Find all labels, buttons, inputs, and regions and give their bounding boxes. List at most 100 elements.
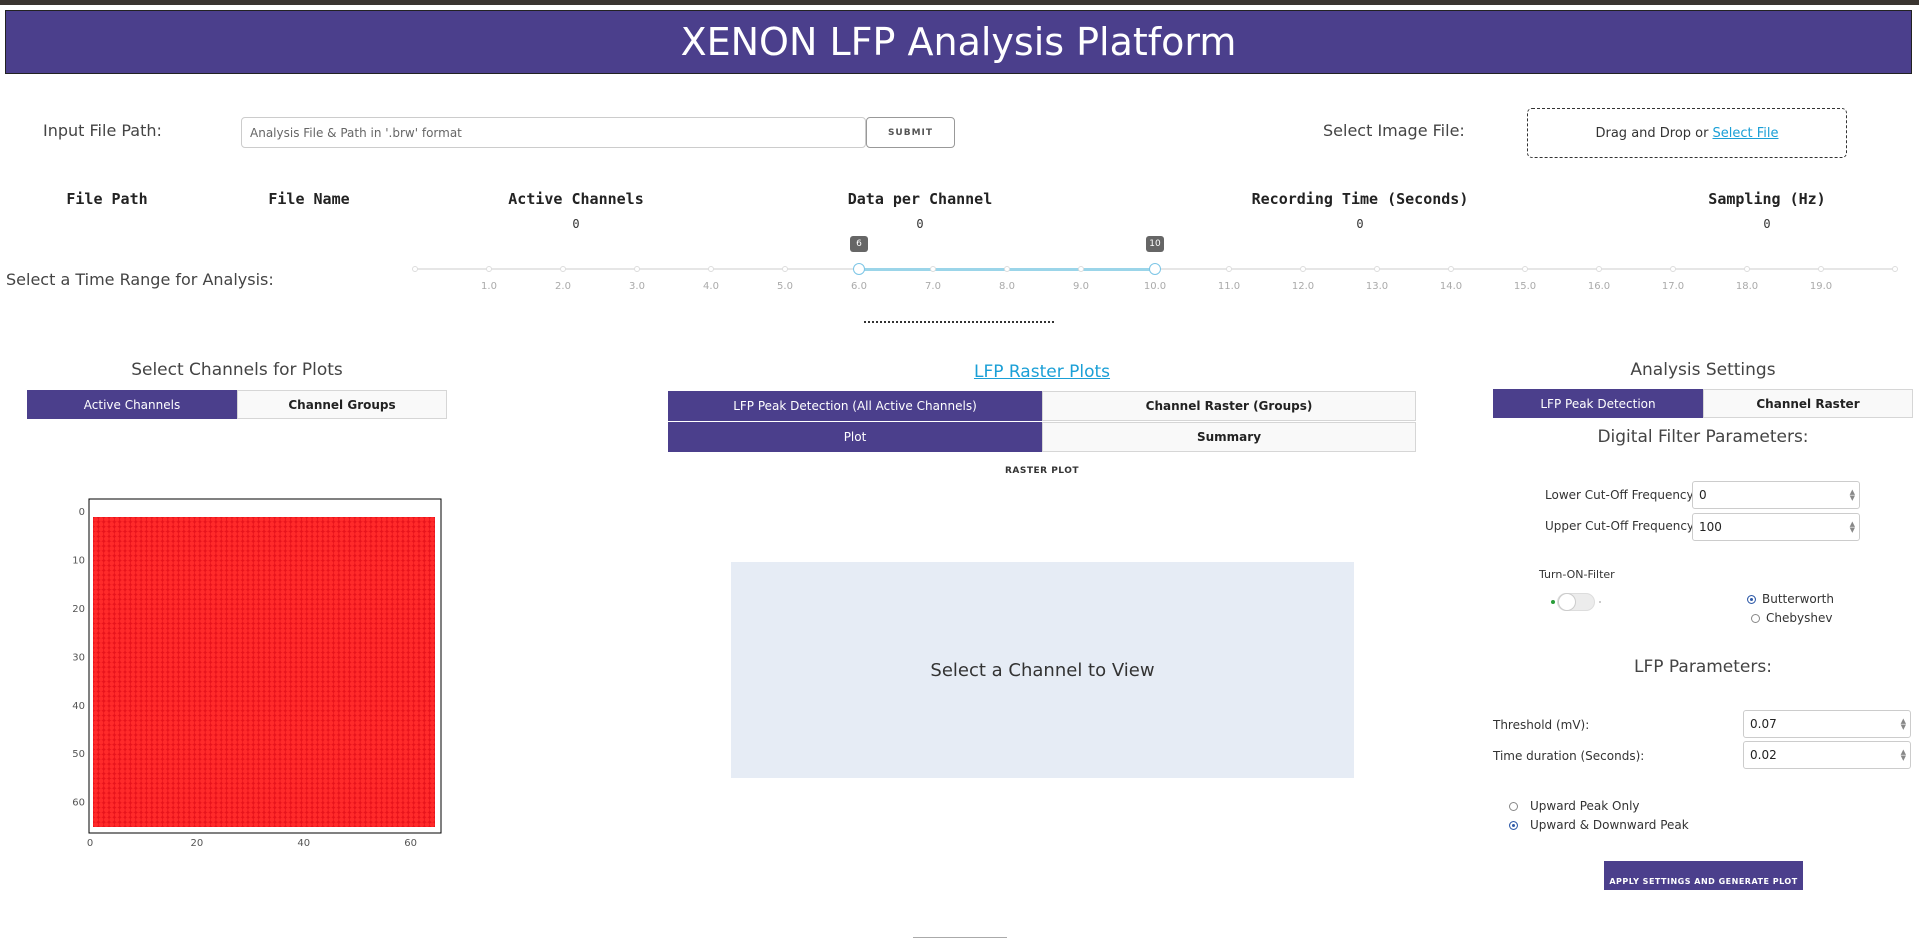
channel-dot[interactable] bbox=[189, 705, 195, 711]
channel-dot[interactable] bbox=[98, 735, 104, 740]
channel-dot[interactable] bbox=[157, 652, 163, 658]
channel-dot[interactable] bbox=[258, 541, 264, 546]
channel-dot[interactable] bbox=[413, 667, 419, 672]
channel-dot[interactable] bbox=[291, 764, 296, 769]
channel-dot[interactable] bbox=[200, 613, 205, 619]
channel-dot[interactable] bbox=[344, 754, 350, 760]
channel-dot[interactable] bbox=[429, 652, 435, 658]
channel-dot[interactable] bbox=[264, 609, 270, 614]
channel-dot[interactable] bbox=[296, 764, 302, 769]
channel-dot[interactable] bbox=[237, 681, 243, 687]
channel-dot[interactable] bbox=[141, 633, 147, 639]
channel-dot[interactable] bbox=[194, 647, 200, 653]
channel-dot[interactable] bbox=[397, 570, 403, 576]
channel-dot[interactable] bbox=[248, 580, 254, 585]
channel-dot[interactable] bbox=[371, 788, 376, 794]
channel-dot[interactable] bbox=[275, 720, 280, 726]
channel-dot[interactable] bbox=[339, 584, 344, 590]
channel-dot[interactable] bbox=[365, 604, 371, 609]
channel-dot[interactable] bbox=[312, 768, 318, 774]
channel-dot[interactable] bbox=[194, 628, 200, 634]
channel-dot[interactable] bbox=[424, 764, 430, 769]
channel-dot[interactable] bbox=[371, 580, 376, 585]
channel-dot[interactable] bbox=[242, 643, 248, 648]
channel-dot[interactable] bbox=[376, 643, 382, 648]
channel-dot[interactable] bbox=[360, 618, 366, 624]
channel-dot[interactable] bbox=[296, 715, 302, 721]
channel-dot[interactable] bbox=[242, 739, 248, 745]
channel-dot[interactable] bbox=[387, 676, 392, 682]
channel-dot[interactable] bbox=[360, 550, 366, 556]
channel-dot[interactable] bbox=[173, 735, 179, 740]
channel-dot[interactable] bbox=[136, 628, 141, 634]
channel-dot[interactable] bbox=[253, 647, 259, 653]
channel-dot[interactable] bbox=[136, 773, 141, 779]
channel-dot[interactable] bbox=[392, 739, 398, 745]
channel-dot[interactable] bbox=[355, 662, 360, 668]
channel-dot[interactable] bbox=[312, 681, 318, 687]
channel-dot[interactable] bbox=[258, 744, 264, 750]
channel-dot[interactable] bbox=[242, 691, 248, 697]
channel-dot[interactable] bbox=[173, 633, 179, 639]
channel-dot[interactable] bbox=[328, 715, 334, 721]
channel-dot[interactable] bbox=[93, 609, 99, 614]
channel-dot[interactable] bbox=[376, 546, 382, 551]
channel-dot[interactable] bbox=[328, 550, 334, 556]
channel-dot[interactable] bbox=[146, 783, 152, 789]
channel-dot[interactable] bbox=[120, 817, 125, 823]
channel-dot[interactable] bbox=[98, 798, 104, 803]
channel-dot[interactable] bbox=[178, 822, 184, 827]
channel-dot[interactable] bbox=[413, 555, 419, 561]
channel-dot[interactable] bbox=[419, 773, 424, 779]
channel-dot[interactable] bbox=[205, 589, 211, 595]
channel-dot[interactable] bbox=[344, 623, 350, 629]
channel-dot[interactable] bbox=[242, 657, 248, 663]
channel-dot[interactable] bbox=[371, 710, 376, 716]
channel-dot[interactable] bbox=[98, 546, 104, 551]
channel-dot[interactable] bbox=[424, 802, 430, 808]
channel-dot[interactable] bbox=[237, 672, 243, 677]
channel-dot[interactable] bbox=[275, 812, 280, 818]
channel-dot[interactable] bbox=[248, 546, 254, 551]
channel-dot[interactable] bbox=[141, 735, 147, 740]
channel-dot[interactable] bbox=[312, 609, 318, 614]
channel-dot[interactable] bbox=[387, 555, 392, 561]
channel-dot[interactable] bbox=[242, 517, 248, 522]
channel-dot[interactable] bbox=[403, 589, 408, 595]
channel-dot[interactable] bbox=[210, 580, 216, 585]
channel-dot[interactable] bbox=[387, 788, 392, 794]
channel-dot[interactable] bbox=[387, 696, 392, 701]
channel-dot[interactable] bbox=[242, 817, 248, 823]
channel-dot[interactable] bbox=[221, 638, 227, 643]
channel-dot[interactable] bbox=[397, 822, 403, 827]
channel-dot[interactable] bbox=[381, 541, 387, 546]
channel-dot[interactable] bbox=[141, 613, 147, 619]
channel-dot[interactable] bbox=[221, 793, 227, 798]
channel-dot[interactable] bbox=[408, 565, 414, 571]
channel-dot[interactable] bbox=[301, 565, 307, 571]
channel-dot[interactable] bbox=[178, 662, 184, 668]
channel-dot[interactable] bbox=[205, 720, 211, 726]
channel-dot[interactable] bbox=[365, 802, 371, 808]
channel-dot[interactable] bbox=[333, 807, 339, 813]
channel-dot[interactable] bbox=[221, 744, 227, 750]
channel-dot[interactable] bbox=[397, 730, 403, 735]
channel-dot[interactable] bbox=[216, 691, 222, 697]
channel-dot[interactable] bbox=[178, 802, 184, 808]
tab-plot[interactable]: Plot bbox=[668, 422, 1042, 452]
channel-dot[interactable] bbox=[248, 531, 254, 537]
channel-dot[interactable] bbox=[253, 575, 259, 580]
channel-dot[interactable] bbox=[376, 618, 382, 624]
channel-dot[interactable] bbox=[280, 759, 286, 764]
channel-dot[interactable] bbox=[130, 531, 136, 537]
channel-dot[interactable] bbox=[114, 696, 120, 701]
channel-dot[interactable] bbox=[397, 560, 403, 566]
channel-dot[interactable] bbox=[280, 764, 286, 769]
channel-dot[interactable] bbox=[397, 662, 403, 668]
channel-dot[interactable] bbox=[109, 768, 115, 774]
channel-dot[interactable] bbox=[419, 609, 424, 614]
channel-dot[interactable] bbox=[264, 536, 270, 542]
channel-dot[interactable] bbox=[280, 768, 286, 774]
channel-dot[interactable] bbox=[269, 609, 275, 614]
channel-dot[interactable] bbox=[226, 638, 232, 643]
